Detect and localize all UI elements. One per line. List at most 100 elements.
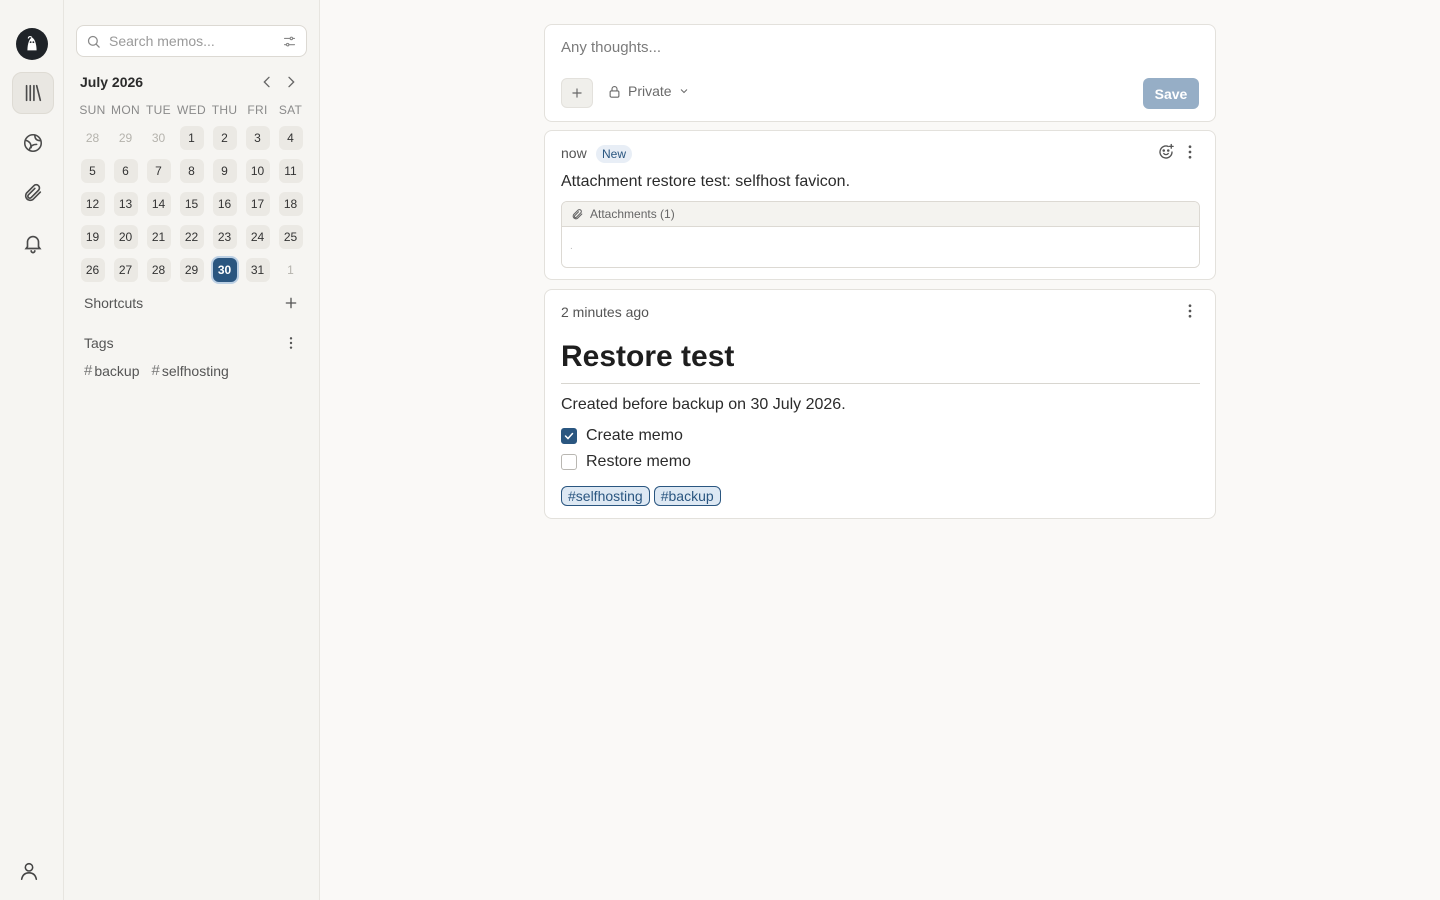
memo-tags: #selfhosting #backup — [561, 486, 721, 506]
attachment-count-label: Attachments (1) — [590, 207, 675, 221]
logo-icon — [21, 33, 43, 55]
calendar-cell: 4 — [274, 121, 307, 154]
calendar-cell: 24 — [241, 220, 274, 253]
memo-heading: Restore test — [561, 340, 735, 373]
calendar-day[interactable]: 24 — [245, 224, 270, 249]
task-checkbox[interactable] — [561, 454, 577, 470]
nav-attachments-button[interactable] — [12, 172, 54, 214]
calendar-day[interactable]: 26 — [80, 257, 105, 282]
attachment-panel: Attachments (1) . — [561, 201, 1200, 268]
calendar-day[interactable]: 20 — [113, 224, 138, 249]
filter-settings-icon[interactable] — [282, 34, 297, 49]
calendar-weekday: SAT — [278, 103, 303, 117]
calendar-day[interactable]: 16 — [212, 191, 237, 216]
memo-tag[interactable]: #selfhosting — [561, 486, 650, 506]
calendar-day[interactable]: 8 — [179, 158, 204, 183]
insert-button[interactable] — [561, 78, 593, 108]
calendar-cell: 1 — [274, 253, 307, 286]
calendar-day[interactable]: 21 — [146, 224, 171, 249]
calendar-day[interactable]: 3 — [245, 125, 270, 150]
calendar-day[interactable]: 31 — [245, 257, 270, 282]
calendar-cell: 8 — [175, 154, 208, 187]
save-button[interactable]: Save — [1143, 78, 1199, 109]
calendar-day[interactable]: 1 — [179, 125, 204, 150]
more-vertical-icon[interactable] — [1181, 143, 1199, 161]
calendar-cell: 29 — [175, 253, 208, 286]
calendar-day[interactable]: 27 — [113, 257, 138, 282]
memo-content: Created before backup on 30 July 2026. — [561, 396, 846, 413]
calendar-cell: 28 — [142, 253, 175, 286]
calendar-day[interactable]: 13 — [113, 191, 138, 216]
attachment-header[interactable]: Attachments (1) — [562, 202, 1199, 227]
calendar-cell: 28 — [76, 121, 109, 154]
memo-content: Attachment restore test: selfhost favico… — [561, 173, 851, 190]
chevron-right-icon[interactable] — [283, 74, 299, 90]
calendar-day[interactable]: 7 — [146, 158, 171, 183]
calendar-cell: 30 — [208, 253, 241, 286]
calendar-day[interactable]: 10 — [245, 158, 270, 183]
task-label: Restore memo — [586, 453, 691, 470]
nav-memos-button[interactable] — [12, 72, 54, 114]
calendar-day[interactable]: 29 — [179, 257, 204, 282]
task-checkbox[interactable] — [561, 428, 577, 444]
calendar-day[interactable]: 28 — [81, 126, 105, 150]
tag-item-backup[interactable]: # backup — [84, 362, 140, 379]
calendar-cell: 10 — [241, 154, 274, 187]
calendar-day[interactable]: 2 — [212, 125, 237, 150]
calendar-day[interactable]: 5 — [80, 158, 105, 183]
calendar-day[interactable]: 30 — [147, 126, 171, 150]
chevron-left-icon[interactable] — [259, 74, 275, 90]
add-shortcut-icon[interactable] — [283, 295, 299, 311]
calendar-day[interactable]: 19 — [80, 224, 105, 249]
add-reaction-icon[interactable] — [1157, 143, 1175, 161]
calendar-day[interactable]: 9 — [212, 158, 237, 183]
calendar-day[interactable]: 15 — [179, 191, 204, 216]
tag-list: # backup # selfhosting — [84, 362, 229, 379]
new-badge: New — [596, 145, 633, 163]
app-logo[interactable] — [16, 28, 48, 60]
tag-item-selfhosting[interactable]: # selfhosting — [152, 362, 229, 379]
editor-input[interactable]: Any thoughts... — [561, 39, 661, 56]
calendar-grid: SUN MON TUE WED THU FRI SAT 28 29 30 1 2 3 4 5 6 7 8 9 10 11… — [76, 101, 308, 286]
calendar-day[interactable]: 25 — [278, 224, 303, 249]
calendar-day[interactable]: 29 — [114, 126, 138, 150]
calendar-day[interactable]: 23 — [212, 224, 237, 249]
calendar-cell: 14 — [142, 187, 175, 220]
calendar-cell: 16 — [208, 187, 241, 220]
nav-explore-button[interactable] — [12, 122, 54, 164]
more-vertical-icon[interactable] — [283, 335, 299, 351]
memo-time: now — [561, 145, 587, 161]
library-icon — [25, 84, 42, 102]
memo-tag[interactable]: #backup — [653, 486, 721, 506]
calendar-day[interactable]: 17 — [245, 191, 270, 216]
calendar-cell: 13 — [109, 187, 142, 220]
calendar-day[interactable]: 12 — [80, 191, 105, 216]
calendar-day-today[interactable]: 30 — [212, 257, 237, 282]
memo-card: 2 minutes ago Restore test Created befor… — [544, 289, 1216, 519]
calendar-cell: 25 — [274, 220, 307, 253]
calendar-cell: 30 — [142, 121, 175, 154]
calendar-day[interactable]: 14 — [146, 191, 171, 216]
visibility-select[interactable]: Private — [607, 83, 690, 99]
paperclip-icon — [572, 208, 583, 219]
calendar-cell: 12 — [76, 187, 109, 220]
calendar-day[interactable]: 22 — [179, 224, 204, 249]
calendar-day[interactable]: 6 — [113, 158, 138, 183]
more-vertical-icon[interactable] — [1181, 302, 1199, 320]
nav-rail — [0, 0, 64, 900]
calendar-day[interactable]: 11 — [278, 158, 303, 183]
calendar-day[interactable]: 18 — [278, 191, 303, 216]
calendar-weekday: TUE — [146, 103, 171, 117]
calendar-day[interactable]: 1 — [279, 258, 303, 282]
search-box — [76, 25, 307, 57]
calendar-header: July 2026 — [80, 72, 310, 92]
attachment-item[interactable]: . — [562, 227, 1199, 267]
calendar-day[interactable]: 28 — [146, 257, 171, 282]
task-item: Restore memo — [561, 453, 691, 471]
task-label: Create memo — [586, 427, 683, 444]
nav-inbox-button[interactable] — [12, 222, 54, 264]
user-menu-button[interactable] — [18, 860, 44, 886]
calendar-day[interactable]: 4 — [278, 125, 303, 150]
calendar-cell: 7 — [142, 154, 175, 187]
search-input[interactable] — [109, 31, 269, 51]
